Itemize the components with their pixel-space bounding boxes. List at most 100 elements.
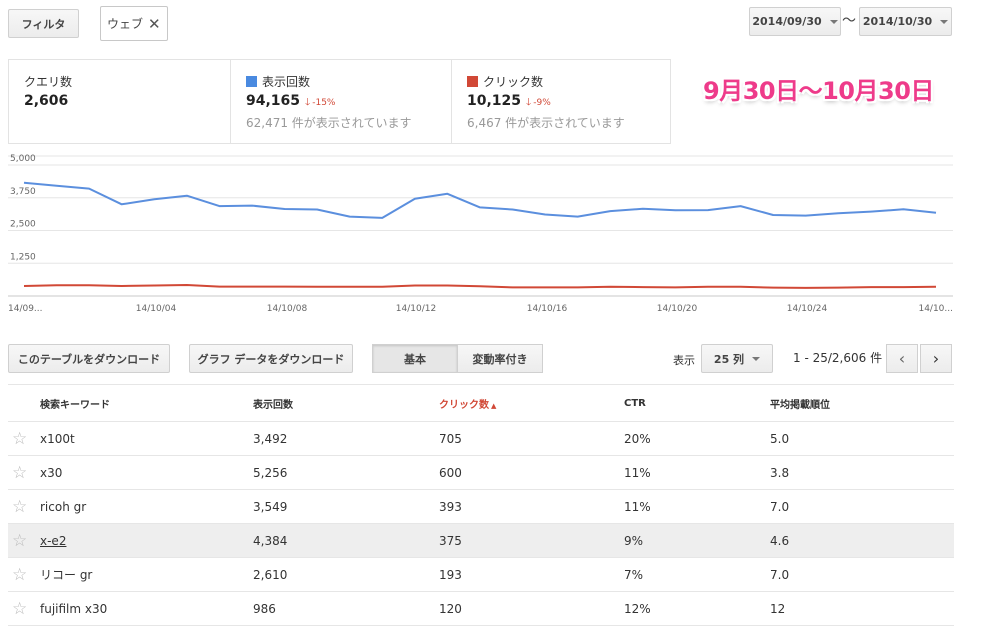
cell-impressions: 986 bbox=[253, 601, 276, 616]
arrow-down-icon: 🡓 bbox=[526, 97, 532, 108]
y-tick-label: 1,250 bbox=[10, 252, 36, 262]
cell-ctr: 11% bbox=[624, 499, 651, 514]
filter-button-label: フィルタ bbox=[21, 17, 66, 31]
star-icon[interactable]: ☆ bbox=[8, 565, 40, 585]
cell-clicks: 375 bbox=[439, 533, 462, 548]
keywords-table: 検索キーワード 表示回数 クリック数 ▲ CTR 平均掲載順位 ☆ x100t 3,4… bbox=[8, 384, 954, 626]
x-tick-label: 14/10/24 bbox=[787, 304, 828, 314]
col-position[interactable]: 平均掲載順位 bbox=[770, 396, 954, 411]
table-row[interactable]: ☆ fujifilm x30 986 120 12% 12 bbox=[8, 592, 954, 626]
date-range-annotation: 9月30日〜10月30日 bbox=[703, 77, 934, 105]
rows-label: 表示 bbox=[673, 354, 695, 367]
download-table-button[interactable]: このテーブルをダウンロード bbox=[8, 344, 170, 373]
metric-impressions[interactable]: 表示回数 94,165 🡓 -15% 62,471 件が表示されています bbox=[230, 60, 451, 143]
metric-clicks-sub: 6,467 件が表示されています bbox=[467, 116, 625, 130]
chevron-down-icon bbox=[829, 19, 838, 24]
star-icon[interactable]: ☆ bbox=[8, 599, 40, 619]
date-end-value: 2014/10/30 bbox=[862, 15, 933, 28]
metric-clicks-label: クリック数 bbox=[483, 75, 544, 89]
cell-impressions: 4,384 bbox=[253, 533, 288, 548]
metric-clicks[interactable]: クリック数 10,125 🡓 -9% 6,467 件が表示されています bbox=[451, 60, 672, 143]
date-start-value: 2014/09/30 bbox=[752, 15, 822, 28]
metric-impressions-value: 94,165 bbox=[246, 93, 301, 109]
table-row[interactable]: ☆ ricoh gr 3,549 393 11% 7.0 bbox=[8, 490, 954, 524]
cell-keyword[interactable]: x-e2 bbox=[40, 534, 253, 548]
cell-ctr: 20% bbox=[624, 431, 651, 446]
star-icon[interactable]: ☆ bbox=[8, 497, 40, 517]
cell-ctr: 11% bbox=[624, 465, 651, 480]
metric-impressions-sub: 62,471 件が表示されています bbox=[246, 116, 412, 130]
cell-position: 7.0 bbox=[770, 567, 790, 582]
cell-ctr: 7% bbox=[624, 567, 644, 582]
prev-page-button[interactable]: ‹ bbox=[886, 344, 918, 373]
arrow-down-icon: 🡓 bbox=[305, 97, 311, 108]
pagination-range: 1 - 25/2,606 件 bbox=[793, 351, 883, 365]
x-tick-label: 14/10/20 bbox=[657, 304, 698, 314]
table-row[interactable]: ☆ x-e2 4,384 375 9% 4.6 bbox=[8, 524, 954, 558]
date-end-dropdown[interactable]: 2014/10/30 bbox=[859, 7, 952, 36]
col-keyword[interactable]: 検索キーワード bbox=[40, 396, 253, 411]
table-header: 検索キーワード 表示回数 クリック数 ▲ CTR 平均掲載順位 bbox=[8, 384, 954, 422]
metric-queries: クエリ数 2,606 bbox=[9, 60, 230, 143]
filter-chip-label: ウェブ bbox=[107, 17, 144, 31]
metric-impressions-label: 表示回数 bbox=[262, 75, 311, 89]
star-icon[interactable]: ☆ bbox=[8, 463, 40, 483]
metric-queries-label: クエリ数 bbox=[24, 75, 73, 89]
table-body: ☆ x100t 3,492 705 20% 5.0 ☆ x30 5,256 600 11% 3.8 ☆ r… bbox=[8, 422, 954, 626]
col-clicks[interactable]: クリック数 ▲ bbox=[439, 396, 624, 411]
y-tick-label: 2,500 bbox=[10, 220, 36, 230]
chevron-right-icon: › bbox=[932, 349, 940, 368]
cell-impressions: 5,256 bbox=[253, 465, 288, 480]
cell-clicks: 705 bbox=[439, 431, 462, 446]
x-tick-label: 14/09... bbox=[8, 304, 43, 314]
chevron-down-icon bbox=[752, 356, 761, 361]
cell-keyword[interactable]: リコー gr bbox=[40, 566, 253, 583]
clicks-series-line bbox=[23, 284, 937, 289]
star-icon[interactable]: ☆ bbox=[8, 429, 40, 449]
table-row[interactable]: ☆ x30 5,256 600 11% 3.8 bbox=[8, 456, 954, 490]
cell-position: 5.0 bbox=[770, 431, 790, 446]
col-impressions[interactable]: 表示回数 bbox=[253, 396, 439, 411]
impressions-series-line bbox=[23, 181, 937, 219]
tab-with-change[interactable]: 変動率付き bbox=[458, 344, 543, 373]
impressions-swatch bbox=[246, 76, 257, 87]
cell-clicks: 393 bbox=[439, 499, 462, 514]
x-tick-label: 14/10/04 bbox=[136, 304, 177, 314]
cell-position: 7.0 bbox=[770, 499, 790, 514]
cell-ctr: 12% bbox=[624, 601, 651, 616]
cell-keyword[interactable]: x30 bbox=[40, 466, 253, 480]
filter-button[interactable]: フィルタ bbox=[8, 9, 79, 38]
cell-impressions: 3,549 bbox=[253, 499, 288, 514]
date-separator: 〜 bbox=[842, 13, 856, 29]
col-ctr[interactable]: CTR bbox=[624, 398, 770, 409]
download-chart-button[interactable]: グラフ データをダウンロード bbox=[189, 344, 353, 373]
chevron-left-icon: ‹ bbox=[898, 349, 906, 368]
metric-clicks-value: 10,125 bbox=[467, 93, 522, 109]
metrics-summary: クエリ数 2,606 表示回数 94,165 🡓 -15% 62,471 件が表示… bbox=[8, 59, 671, 144]
cell-impressions: 2,610 bbox=[253, 567, 288, 582]
x-tick-label: 14/10/12 bbox=[396, 304, 436, 314]
cell-ctr: 9% bbox=[624, 533, 644, 548]
date-start-dropdown[interactable]: 2014/09/30 bbox=[749, 7, 841, 36]
metric-queries-value: 2,606 bbox=[24, 93, 69, 109]
cell-keyword[interactable]: ricoh gr bbox=[40, 500, 253, 514]
metric-clicks-change: 🡓 -9% bbox=[526, 97, 551, 108]
cell-impressions: 3,492 bbox=[253, 431, 288, 446]
cell-clicks: 120 bbox=[439, 601, 462, 616]
rows-per-page-dropdown[interactable]: 25 列 bbox=[701, 344, 773, 373]
x-tick-label: 14/10... bbox=[918, 304, 953, 314]
chevron-down-icon bbox=[940, 19, 949, 24]
x-tick-label: 14/10/08 bbox=[267, 304, 308, 314]
cell-keyword[interactable]: x100t bbox=[40, 432, 253, 446]
cell-position: 12 bbox=[770, 601, 786, 616]
next-page-button[interactable]: › bbox=[920, 344, 952, 373]
table-row[interactable]: ☆ リコー gr 2,610 193 7% 7.0 bbox=[8, 558, 954, 592]
close-icon[interactable]: ✕ bbox=[148, 15, 161, 33]
tab-basic[interactable]: 基本 bbox=[372, 344, 458, 373]
cell-keyword[interactable]: fujifilm x30 bbox=[40, 602, 253, 616]
table-row[interactable]: ☆ x100t 3,492 705 20% 5.0 bbox=[8, 422, 954, 456]
cell-position: 4.6 bbox=[770, 533, 790, 548]
filter-chip-web[interactable]: ウェブ ✕ bbox=[100, 6, 168, 41]
x-tick-label: 14/10/16 bbox=[527, 304, 568, 314]
star-icon[interactable]: ☆ bbox=[8, 531, 40, 551]
